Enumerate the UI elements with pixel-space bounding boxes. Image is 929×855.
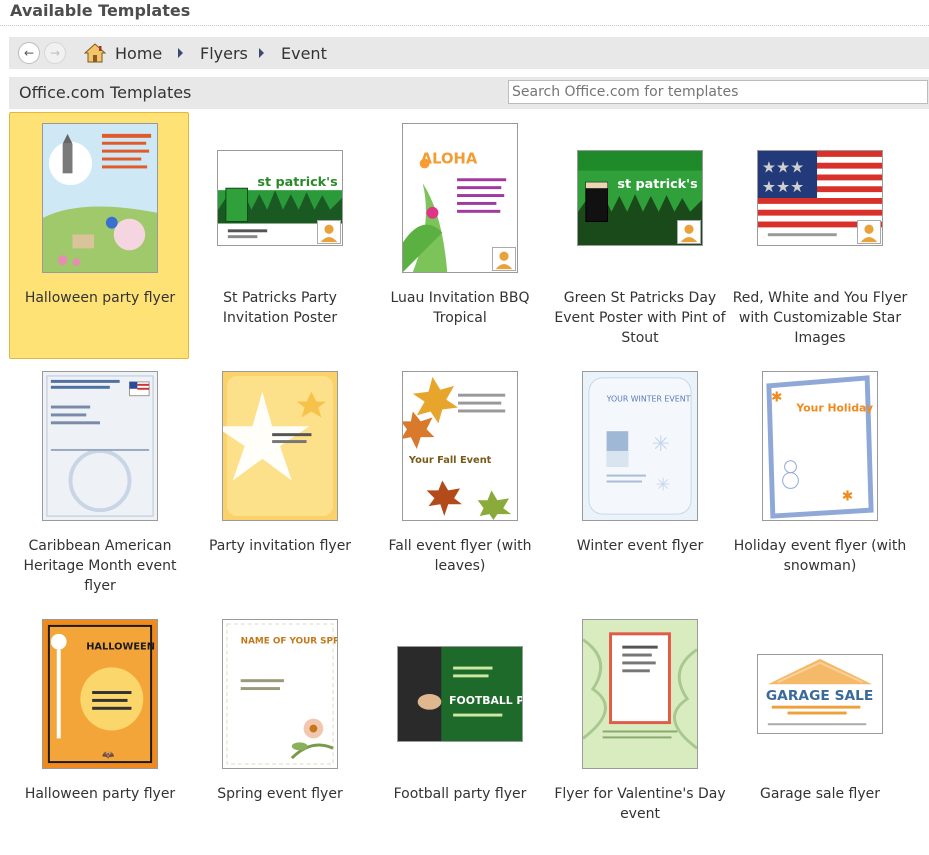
template-thumbnail: ALOHA: [402, 123, 518, 273]
template-label: Party invitation flyer: [208, 538, 352, 554]
forward-arrow-icon: →: [49, 46, 61, 60]
svg-text:★★★: ★★★: [762, 177, 804, 196]
back-arrow-icon: ←: [23, 46, 35, 60]
template-thumbnail: [222, 371, 338, 521]
office-templates-title: Office.com Templates: [19, 83, 192, 102]
breadcrumb-event[interactable]: Event: [281, 44, 327, 63]
template-thumbnail: HALLOWEEN PARTY! 🦇: [42, 619, 158, 769]
page-title: Available Templates: [10, 1, 191, 20]
breadcrumb-flyers[interactable]: Flyers: [200, 44, 248, 63]
template-label: Fall event flyer (with leaves): [388, 538, 532, 574]
template-thumbnail: [42, 371, 158, 521]
home-icon[interactable]: [83, 43, 107, 63]
template-label: Spring event flyer: [217, 786, 343, 802]
thumb-title: Your Holiday Event: [795, 401, 877, 414]
svg-text:★★★: ★★★: [762, 158, 804, 177]
svg-text:✱: ✱: [771, 390, 783, 406]
thumb-title: Your Fall Event: [408, 455, 492, 466]
template-tile-party-invitation-flyer[interactable]: Party invitation flyer: [189, 360, 369, 607]
template-tile-garage-sale-flyer[interactable]: GARAGE SALE Garage sale flyer: [729, 608, 909, 855]
template-label: St Patricks Party Invitation Poster: [222, 290, 338, 326]
template-tile-luau-invitation-bbq-tropical[interactable]: ALOHA Luau Invitation BBQ Tropical: [369, 112, 549, 359]
template-label: Holiday event flyer (with snowman): [733, 538, 907, 574]
thumb-title: st patrick's: [257, 175, 337, 190]
template-thumbnail: Your Fall Event: [402, 371, 518, 521]
thumb-title: HALLOWEEN PARTY!: [86, 642, 157, 653]
template-label: Flyer for Valentine's Day event: [554, 786, 726, 822]
template-thumbnail: ★★★ ★★★: [757, 150, 883, 246]
template-tile-winter-event-flyer[interactable]: YOUR WINTER EVENT ✳ ✳ Winter event flyer: [549, 360, 729, 607]
template-thumbnail: st patrick's: [217, 150, 343, 246]
breadcrumb-separator-icon: [178, 48, 183, 58]
template-label: Caribbean American Heritage Month event …: [23, 538, 177, 594]
template-tile-halloween-party-flyer-orange[interactable]: HALLOWEEN PARTY! 🦇 Halloween party flyer: [9, 608, 189, 855]
person-badge-icon: [492, 247, 516, 271]
back-button[interactable]: ←: [18, 42, 40, 64]
available-templates-header: Available Templates: [0, 0, 929, 26]
template-label: Green St Patricks Day Event Poster with …: [554, 290, 726, 346]
breadcrumb-bar: ← → Home Flyers Event: [9, 37, 929, 69]
template-tile-green-st-patricks-day-event-poster[interactable]: st patrick's Green St Patricks Day Event…: [549, 112, 729, 359]
template-label: Football party flyer: [393, 786, 527, 802]
template-label: Luau Invitation BBQ Tropical: [390, 290, 530, 326]
header-divider: [0, 25, 929, 26]
template-thumbnail: YOUR WINTER EVENT ✳ ✳: [582, 371, 698, 521]
template-tile-halloween-party-flyer[interactable]: Halloween party flyer: [9, 112, 189, 359]
person-badge-icon: [857, 220, 881, 244]
template-tile-flyer-for-valentines-day-event[interactable]: Flyer for Valentine's Day event: [549, 608, 729, 855]
person-badge-icon: [677, 220, 701, 244]
template-thumbnail: GARAGE SALE: [757, 654, 883, 734]
template-label: Halloween party flyer: [24, 786, 176, 802]
svg-text:✱: ✱: [842, 488, 854, 504]
template-tile-spring-event-flyer[interactable]: NAME OF YOUR SPRING EVENT Spring event f…: [189, 608, 369, 855]
svg-text:✳: ✳: [656, 475, 671, 495]
person-badge-icon: [317, 220, 341, 244]
thumb-title: GARAGE SALE: [766, 688, 873, 704]
thumb-title: YOUR WINTER EVENT: [606, 395, 691, 404]
template-thumbnail: NAME OF YOUR SPRING EVENT: [222, 619, 338, 769]
template-thumbnail: [582, 619, 698, 769]
template-tile-football-party-flyer[interactable]: FOOTBALL PARTY! Football party flyer: [369, 608, 549, 855]
template-tile-st-patricks-party-invitation-poster[interactable]: st patrick's St Patricks Party Invitatio…: [189, 112, 369, 359]
template-search-input[interactable]: [508, 80, 928, 104]
svg-text:🦇: 🦇: [102, 750, 114, 761]
template-label: Halloween party flyer: [24, 290, 176, 306]
template-thumbnail: [42, 123, 158, 273]
template-tile-fall-event-flyer[interactable]: Your Fall Event Fall event flyer (with l…: [369, 360, 549, 607]
template-label: Garage sale flyer: [759, 786, 880, 802]
template-label: Winter event flyer: [576, 538, 704, 554]
template-thumbnail: Your Holiday Event ✱ ✱: [762, 371, 878, 521]
breadcrumb-home[interactable]: Home: [115, 44, 162, 63]
svg-text:✳: ✳: [652, 432, 670, 457]
template-tile-caribbean-american-heritage-month-event-flyer[interactable]: Caribbean American Heritage Month event …: [9, 360, 189, 607]
breadcrumb-separator-icon: [259, 48, 264, 58]
thumb-title: ALOHA: [421, 150, 478, 167]
template-tile-holiday-event-flyer[interactable]: Your Holiday Event ✱ ✱ Holiday event fly…: [729, 360, 909, 607]
thumb-title: st patrick's: [617, 177, 697, 192]
template-thumbnail: FOOTBALL PARTY!: [397, 646, 523, 742]
template-tile-red-white-and-you-flyer[interactable]: ★★★ ★★★ Red, White and You Flyer with Cu…: [729, 112, 909, 359]
office-templates-bar: Office.com Templates: [9, 77, 929, 109]
template-label: Red, White and You Flyer with Customizab…: [732, 290, 908, 346]
thumb-title: FOOTBALL PARTY!: [449, 694, 522, 707]
template-thumbnail: st patrick's: [577, 150, 703, 246]
forward-button[interactable]: →: [44, 42, 66, 64]
thumb-title: NAME OF YOUR SPRING EVENT: [241, 637, 337, 647]
